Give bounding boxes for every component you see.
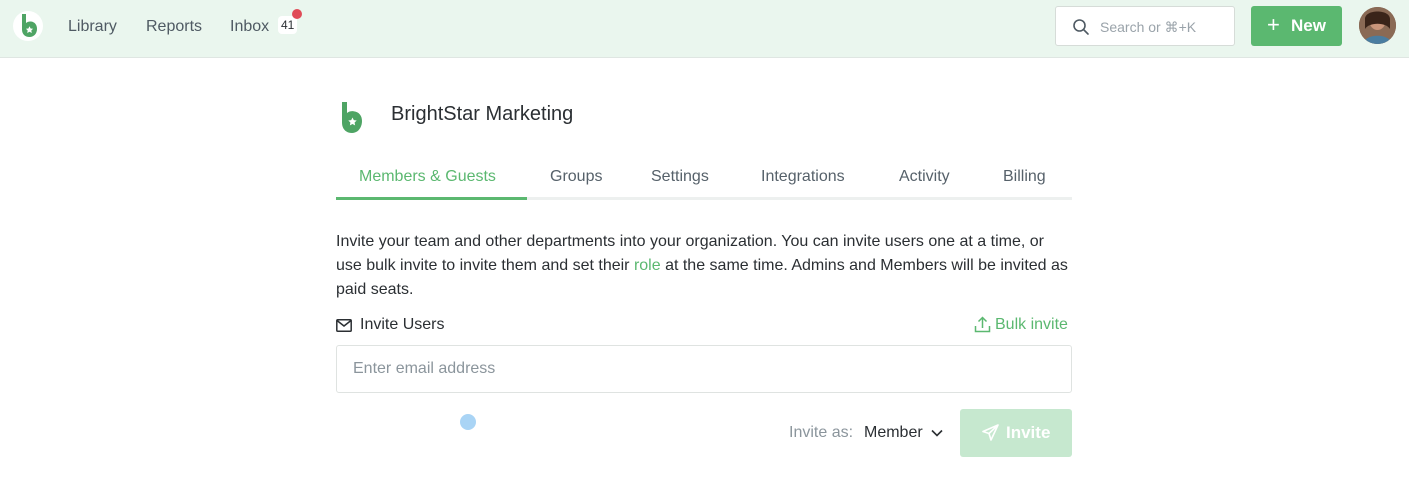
active-tab-indicator bbox=[336, 197, 527, 200]
search-placeholder: Search or ⌘+K bbox=[1100, 19, 1197, 35]
top-navigation-bar: Library Reports Inbox 41 Search or ⌘+K +… bbox=[0, 0, 1409, 58]
invite-button-label: Invite bbox=[1006, 423, 1051, 442]
upload-icon bbox=[974, 316, 991, 333]
tab-activity[interactable]: Activity bbox=[899, 168, 950, 186]
avatar-photo-icon bbox=[1359, 7, 1396, 44]
tab-settings[interactable]: Settings bbox=[651, 168, 709, 186]
org-logo-icon bbox=[342, 102, 362, 133]
brightstar-logo-icon[interactable] bbox=[13, 10, 43, 42]
cursor-indicator bbox=[460, 414, 476, 430]
nav-link-inbox[interactable]: Inbox bbox=[230, 17, 269, 37]
tab-billing[interactable]: Billing bbox=[1003, 168, 1046, 186]
settings-tabs: Members & Guests Groups Settings Integra… bbox=[336, 162, 1072, 200]
tab-members-guests[interactable]: Members & Guests bbox=[359, 168, 496, 186]
new-button[interactable]: + New bbox=[1251, 6, 1342, 46]
invite-as-label: Invite as: bbox=[789, 424, 854, 441]
role-link[interactable]: role bbox=[634, 257, 661, 274]
nav-link-library[interactable]: Library bbox=[68, 17, 117, 37]
tab-integrations[interactable]: Integrations bbox=[761, 168, 845, 186]
org-name: BrightStar Marketing bbox=[391, 103, 574, 125]
bulk-invite-label: Bulk invite bbox=[995, 316, 1068, 333]
search-icon bbox=[1073, 19, 1089, 35]
invite-users-label: Invite Users bbox=[360, 316, 445, 333]
new-button-label: New bbox=[1291, 16, 1326, 35]
plus-icon: + bbox=[1267, 12, 1280, 37]
chevron-down-icon bbox=[931, 429, 943, 437]
tab-groups[interactable]: Groups bbox=[550, 168, 602, 186]
nav-link-reports[interactable]: Reports bbox=[146, 17, 202, 37]
invite-description: Invite your team and other departments i… bbox=[336, 230, 1072, 302]
invite-button[interactable]: Invite bbox=[960, 409, 1072, 457]
send-icon bbox=[982, 424, 999, 441]
inbox-notification-dot bbox=[292, 9, 302, 19]
role-select[interactable]: Member bbox=[864, 424, 943, 442]
search-box[interactable]: Search or ⌘+K bbox=[1055, 6, 1235, 46]
role-select-value: Member bbox=[864, 424, 923, 441]
email-input[interactable] bbox=[336, 345, 1072, 393]
user-avatar[interactable] bbox=[1359, 7, 1396, 44]
envelope-icon bbox=[336, 319, 352, 332]
